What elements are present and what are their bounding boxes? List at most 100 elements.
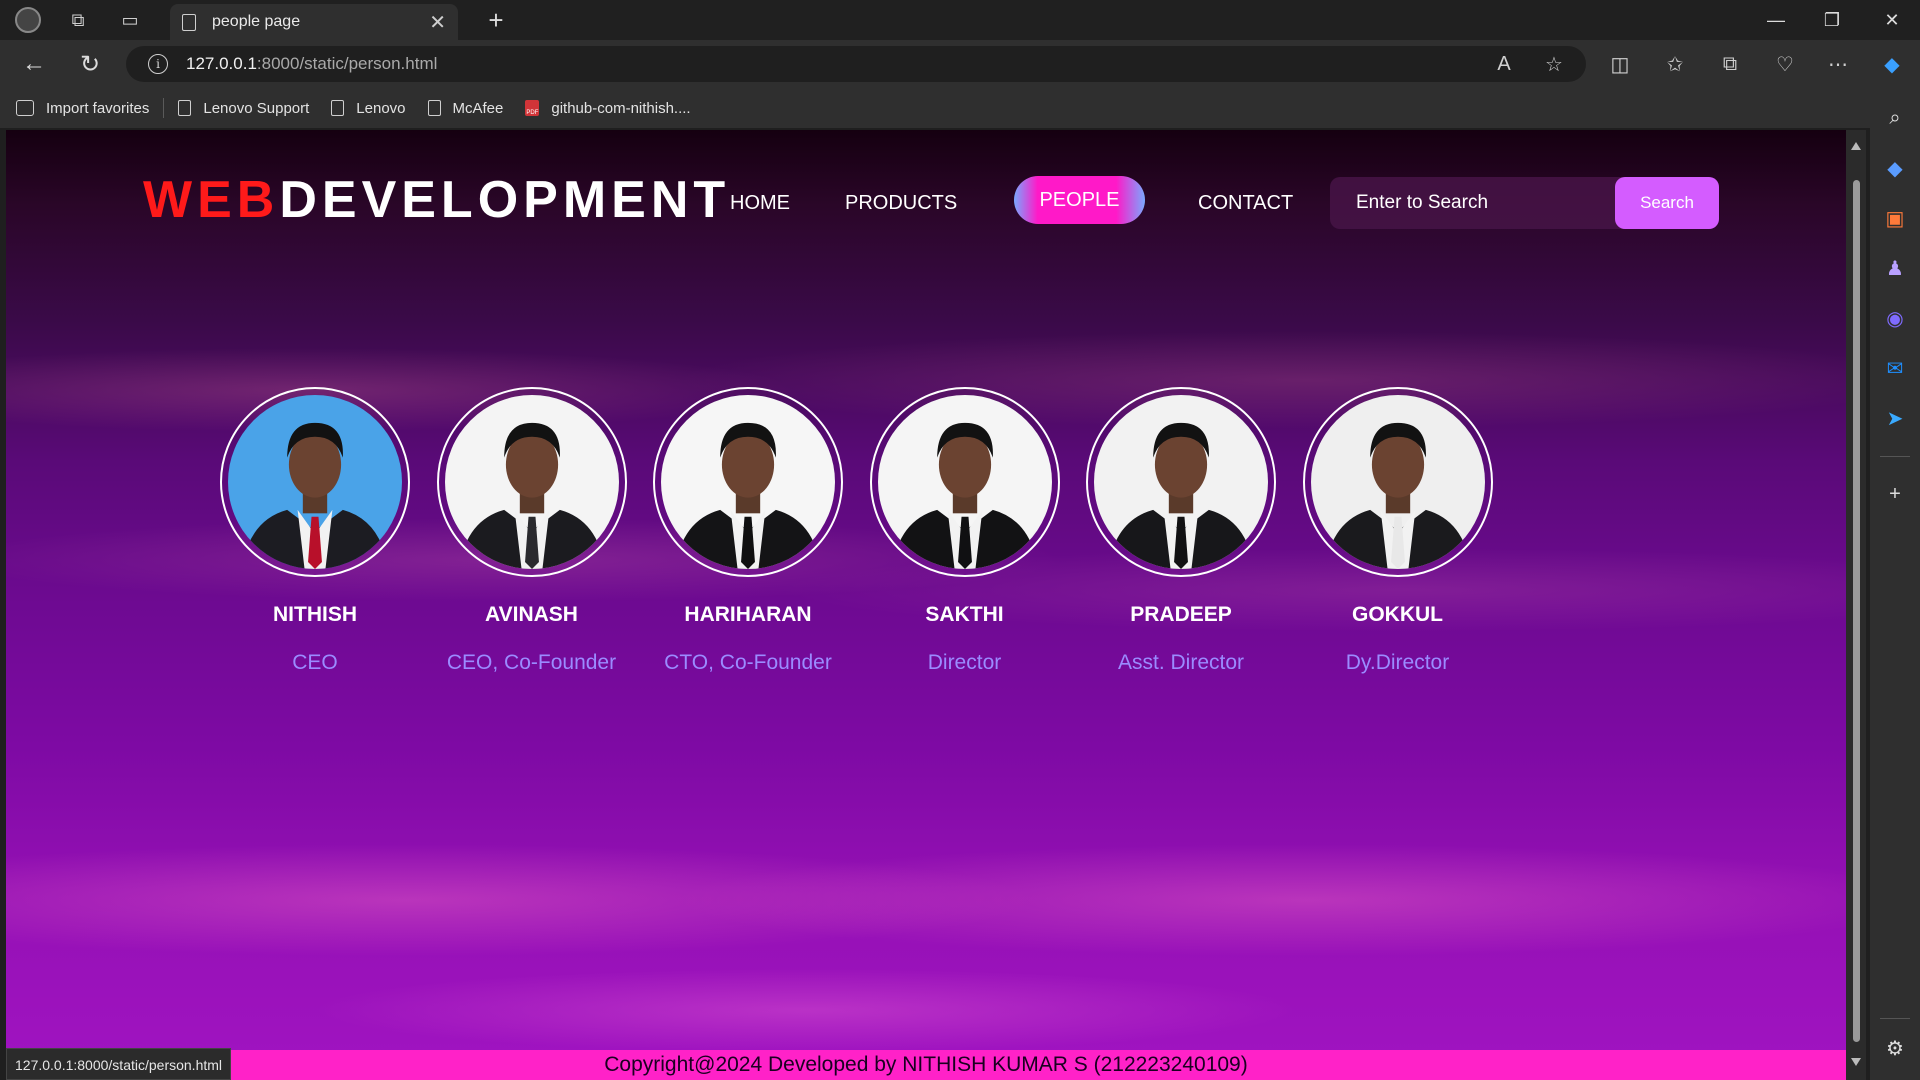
page-viewport: WEBDEVELOPMENT HOME PRODUCTS PEOPLE CONT… [6, 130, 1846, 1080]
office-icon[interactable]: ◉ [1879, 302, 1911, 334]
nav-products[interactable]: PRODUCTS [845, 192, 957, 215]
footer: Copyright@2024 Developed by NITHISH KUMA… [6, 1050, 1846, 1080]
close-tab-icon[interactable]: ✕ [429, 10, 446, 35]
bookmark-label: McAfee [452, 99, 504, 117]
page-scrollbar[interactable] [1846, 130, 1866, 1080]
copyright-text: Copyright@2024 Developed by NITHISH KUMA… [604, 1053, 1248, 1076]
portrait-photo [1094, 395, 1268, 569]
new-tab-button[interactable]: + [478, 4, 514, 36]
search-button[interactable]: Search [1615, 177, 1719, 229]
workspaces-icon[interactable]: ⧉ [50, 0, 106, 40]
copilot-icon[interactable]: ◆ [1872, 46, 1912, 82]
nav-contact[interactable]: CONTACT [1198, 192, 1293, 215]
page-icon [331, 100, 345, 116]
send-icon[interactable]: ➤ [1879, 402, 1911, 434]
avatar [1302, 387, 1493, 577]
portrait-photo [444, 395, 619, 569]
avatar [220, 387, 410, 577]
person-card: PRADEEP Asst. Director [1084, 387, 1278, 675]
person-card: GOKKUL Dy.Director [1301, 387, 1495, 675]
nav-home[interactable]: HOME [730, 192, 790, 215]
bookmark-label: Lenovo [356, 99, 406, 117]
bookmark-divider [163, 98, 165, 118]
import-icon [16, 100, 34, 116]
back-button[interactable]: ← [14, 46, 54, 82]
avatar [653, 387, 843, 577]
portrait-photo [877, 395, 1052, 569]
person-role: Dy.Director [1345, 651, 1450, 674]
browser-essentials-icon[interactable]: ♡ [1765, 46, 1805, 82]
title-bar: ⧉ ▭ people page ✕ + — ❐ ✕ [0, 0, 1920, 40]
settings-icon[interactable]: ⚙ [1879, 1032, 1911, 1064]
nav-people-label: PEOPLE [1039, 188, 1120, 211]
site-info-icon[interactable]: i [148, 54, 168, 74]
status-bar-url: 127.0.0.1:8000/static/person.html [6, 1048, 232, 1080]
read-aloud-icon[interactable]: A [1484, 46, 1524, 82]
url-path: :8000/static/person.html [256, 54, 438, 73]
split-screen-icon[interactable]: ◫ [1600, 46, 1640, 82]
brand-development: DEVELOPMENT [279, 171, 731, 229]
edge-sidebar: ⌕ ◆ ▣ ♟ ◉ ✉ ➤ + ⚙ [1870, 88, 1920, 1080]
more-options-icon[interactable]: ⋯ [1818, 46, 1858, 82]
person-card: AVINASH CEO, Co-Founder [435, 387, 629, 675]
bookmarks-bar: Import favorites Lenovo Support Lenovo M… [0, 88, 1920, 128]
page-icon [427, 100, 441, 116]
person-name: AVINASH [485, 603, 578, 626]
search-input[interactable] [1330, 177, 1615, 229]
outlook-icon[interactable]: ✉ [1879, 352, 1911, 384]
avatar [436, 387, 627, 577]
nav-people[interactable]: PEOPLE [1014, 176, 1145, 224]
person-role: CEO, Co-Founder [446, 651, 617, 674]
refresh-button[interactable]: ↻ [70, 46, 110, 82]
avatar [869, 387, 1060, 577]
person-role: Asst. Director [1117, 651, 1245, 674]
bookmark-lenovo[interactable]: Lenovo [331, 99, 406, 117]
avatar [1086, 387, 1276, 577]
portrait-photo [661, 395, 835, 569]
search-icon[interactable]: ⌕ [1879, 102, 1911, 134]
brand-web: WEB [143, 171, 280, 229]
shopping-tag-icon[interactable]: ◆ [1879, 152, 1911, 184]
person-role: Director [927, 651, 1002, 674]
profile-icon[interactable] [0, 0, 56, 40]
bookmark-label: Import favorites [46, 99, 150, 117]
vertical-tabs-icon[interactable]: ▭ [102, 0, 158, 40]
site-logo[interactable]: WEBDEVELOPMENT [143, 170, 730, 230]
person-name: GOKKUL [1352, 603, 1443, 626]
person-role: CEO [292, 651, 338, 674]
tools-icon[interactable]: ▣ [1879, 202, 1911, 234]
person-card: SAKTHI Director [868, 387, 1062, 675]
url-field[interactable]: i 127.0.0.1:8000/static/person.html A ☆ [126, 46, 1586, 82]
favorite-star-icon[interactable]: ☆ [1534, 46, 1574, 82]
scroll-down-arrow[interactable] [1851, 1058, 1861, 1066]
collections-icon[interactable]: ⧉ [1710, 46, 1750, 82]
bookmark-label: Lenovo Support [203, 99, 310, 117]
bookmark-mcafee[interactable]: McAfee [427, 99, 504, 117]
person-role: CTO, Co-Founder [664, 651, 832, 674]
pdf-icon: PDF [525, 100, 540, 116]
browser-tab[interactable]: people page ✕ [170, 4, 458, 40]
portrait-photo [1310, 395, 1485, 569]
scroll-thumb[interactable] [1853, 180, 1860, 1042]
bookmark-label: github-com-nithish.... [551, 99, 691, 117]
person-name: HARIHARAN [684, 603, 812, 626]
person-name: SAKTHI [925, 603, 1004, 626]
page-icon [182, 13, 196, 31]
url-host: 127.0.0.1 [186, 54, 257, 73]
bookmark-github[interactable]: PDF github-com-nithish.... [525, 99, 691, 117]
games-icon[interactable]: ♟ [1879, 252, 1911, 284]
person-name: NITHISH [273, 603, 357, 626]
portrait-photo [228, 395, 402, 569]
address-bar: ← ↻ i 127.0.0.1:8000/static/person.html … [0, 40, 1920, 88]
close-window-button[interactable]: ✕ [1864, 0, 1920, 40]
add-icon[interactable]: + [1879, 478, 1911, 510]
restore-button[interactable]: ❐ [1804, 0, 1860, 40]
favorites-icon[interactable]: ✩ [1655, 46, 1695, 82]
person-card: HARIHARAN CTO, Co-Founder [651, 387, 845, 675]
sidebar-divider [1880, 456, 1910, 457]
bookmark-import-favorites[interactable]: Import favorites [16, 100, 149, 117]
person-name: PRADEEP [1130, 603, 1232, 626]
bookmark-lenovo-support[interactable]: Lenovo Support [178, 100, 309, 117]
minimize-button[interactable]: — [1748, 0, 1804, 40]
scroll-up-arrow[interactable] [1851, 142, 1861, 150]
